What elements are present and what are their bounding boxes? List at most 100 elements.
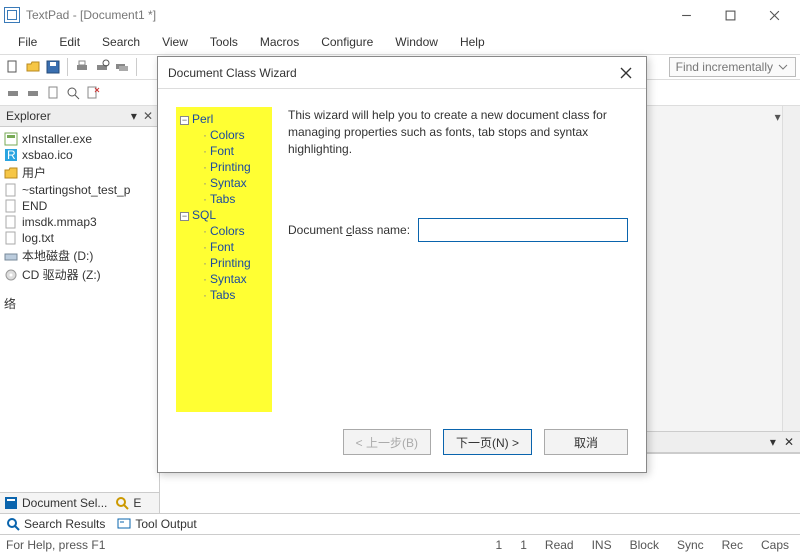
tree-label: Font (210, 144, 234, 158)
bottom-tabstrip: Search Results Tool Output (0, 513, 800, 534)
file-label: xsbao.ico (22, 148, 73, 162)
menu-search[interactable]: Search (92, 32, 150, 52)
folder-icon (4, 166, 18, 180)
status-rec: Rec (717, 538, 748, 552)
file-label: log.txt (22, 231, 54, 245)
cancel-button[interactable]: 取消 (544, 429, 628, 455)
printer-icon[interactable] (4, 84, 22, 102)
menu-edit[interactable]: Edit (49, 32, 90, 52)
txt-icon (4, 231, 18, 245)
window-close-button[interactable] (752, 1, 796, 29)
tree-child[interactable]: ·Tabs (178, 287, 270, 303)
network-item[interactable]: 络 (2, 294, 157, 313)
menu-tools[interactable]: Tools (200, 32, 248, 52)
file-item[interactable]: log.txt (2, 230, 157, 246)
file-item[interactable]: imsdk.mmap3 (2, 214, 157, 230)
dialog-footer: < 上一步(B) 下一页(N) > 取消 (158, 422, 646, 472)
exe-icon (4, 132, 18, 146)
tree-child[interactable]: ·Syntax (178, 271, 270, 287)
file-label: 络 (4, 295, 16, 312)
dialog-description: This wizard will help you to create a ne… (288, 107, 628, 158)
document-selector-tab[interactable]: Document Sel... E (0, 492, 159, 513)
dialog-close-button[interactable] (616, 63, 636, 83)
tree-label: Syntax (210, 176, 247, 190)
find-incrementally-box[interactable]: Find incrementally (669, 57, 796, 77)
file-label: 用户 (22, 164, 46, 181)
tree-node-perl[interactable]: −Perl (178, 111, 270, 127)
folder-item[interactable]: 用户 (2, 163, 157, 182)
tree-child[interactable]: ·Printing (178, 159, 270, 175)
window-maximize-button[interactable] (708, 1, 752, 29)
status-block: Block (625, 538, 664, 552)
back-button: < 上一步(B) (343, 429, 431, 455)
save-icon[interactable] (44, 58, 62, 76)
class-tree[interactable]: −Perl ·Colors ·Font ·Printing ·Syntax ·T… (176, 107, 272, 412)
menu-file[interactable]: File (8, 32, 47, 52)
printer2-icon[interactable] (24, 84, 42, 102)
print-preview-icon[interactable] (93, 58, 111, 76)
panel-close-icon[interactable]: ✕ (143, 109, 153, 123)
file-item[interactable]: xInstaller.exe (2, 131, 157, 147)
dialog-titlebar: Document Class Wizard (158, 57, 646, 89)
close-page-icon[interactable] (84, 84, 102, 102)
button-label: 取消 (574, 434, 598, 451)
new-file-icon[interactable] (4, 58, 22, 76)
app-icon (4, 7, 20, 23)
tab-tool-output[interactable]: Tool Output (117, 517, 196, 531)
tree-child[interactable]: ·Printing (178, 255, 270, 271)
dialog-title: Document Class Wizard (168, 66, 616, 80)
tree-label: SQL (192, 208, 216, 222)
print-all-icon[interactable] (113, 58, 131, 76)
file-item[interactable]: END (2, 198, 157, 214)
tree-child[interactable]: ·Font (178, 143, 270, 159)
tree-child[interactable]: ·Syntax (178, 175, 270, 191)
menu-configure[interactable]: Configure (311, 32, 383, 52)
tab-search-results[interactable]: Search Results (6, 517, 105, 531)
search-tab-icon (115, 496, 129, 510)
tree-node-sql[interactable]: −SQL (178, 207, 270, 223)
ico-icon: R (4, 148, 18, 162)
window-title: TextPad - [Document1 *] (26, 8, 156, 22)
collapse-icon[interactable]: − (180, 116, 189, 125)
tree-child[interactable]: ·Colors (178, 127, 270, 143)
collapse-icon[interactable]: − (180, 212, 189, 221)
open-file-icon[interactable] (24, 58, 42, 76)
explorer-tree[interactable]: xInstaller.exe Rxsbao.ico 用户 ~startingsh… (0, 127, 159, 492)
docsel-icon (4, 496, 18, 510)
status-col: 1 (515, 538, 532, 552)
tree-label: Syntax (210, 272, 247, 286)
status-help-text: For Help, press F1 (6, 538, 105, 552)
magnify-icon[interactable] (64, 84, 82, 102)
explorer-panel: Explorer ▾ ✕ xInstaller.exe Rxsbao.ico 用… (0, 106, 160, 513)
panel-pin-icon[interactable]: ▾ (131, 109, 137, 123)
search-results-icon (6, 517, 20, 531)
menu-view[interactable]: View (152, 32, 198, 52)
tree-child[interactable]: ·Font (178, 239, 270, 255)
tree-label: Printing (210, 256, 251, 270)
next-button[interactable]: 下一页(N) > (443, 429, 532, 455)
tree-label: Colors (210, 128, 245, 142)
status-bar: For Help, press F1 1 1 Read INS Block Sy… (0, 534, 800, 554)
tool-output-icon (117, 517, 131, 531)
sr-pin-icon[interactable]: ▾ (770, 435, 776, 449)
drive-icon (4, 249, 18, 263)
page-icon[interactable] (44, 84, 62, 102)
menu-macros[interactable]: Macros (250, 32, 309, 52)
print-icon[interactable] (73, 58, 91, 76)
tree-label: Font (210, 240, 234, 254)
file-item[interactable]: ~startingshot_test_p (2, 182, 157, 198)
menu-window[interactable]: Window (385, 32, 448, 52)
window-minimize-button[interactable] (664, 1, 708, 29)
file-item[interactable]: Rxsbao.ico (2, 147, 157, 163)
status-sync: Sync (672, 538, 709, 552)
class-name-input[interactable] (418, 218, 628, 242)
editor-scrollbar[interactable] (782, 106, 800, 431)
drive-item[interactable]: 本地磁盘 (D:) (2, 246, 157, 265)
menu-help[interactable]: Help (450, 32, 495, 52)
tree-child[interactable]: ·Tabs (178, 191, 270, 207)
txt-icon (4, 215, 18, 229)
tree-child[interactable]: ·Colors (178, 223, 270, 239)
sr-close-icon[interactable]: ✕ (784, 435, 794, 449)
document-class-wizard-dialog: Document Class Wizard −Perl ·Colors ·Fon… (157, 56, 647, 473)
drive-item[interactable]: CD 驱动器 (Z:) (2, 265, 157, 284)
